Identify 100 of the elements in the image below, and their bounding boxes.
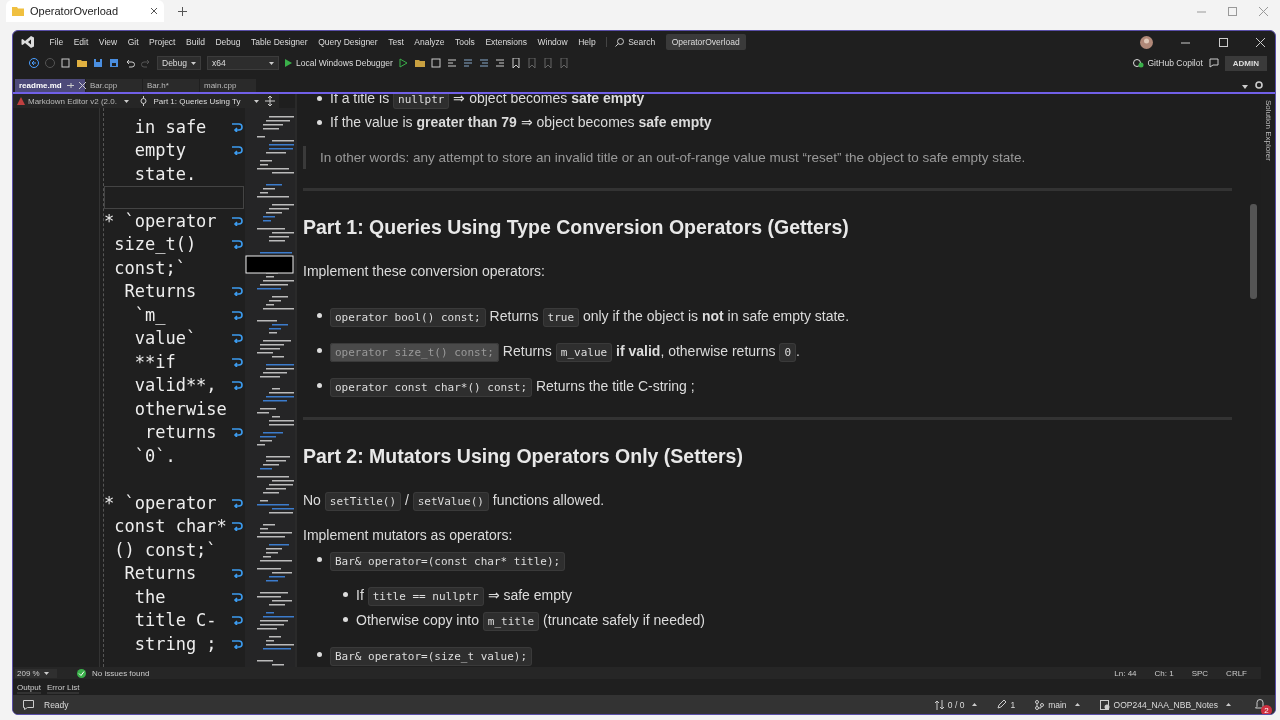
code-line: `0`. [133,445,176,466]
bullet-icon [317,313,322,318]
run-button[interactable]: Local Windows Debugger [285,58,393,68]
menu-item[interactable]: Project [149,37,176,47]
menu-item[interactable]: Git [127,37,139,47]
document-tab[interactable]: Bar.cpp [86,79,142,92]
section-heading: Part 2: Mutators Using Operators Only (Setters) [303,445,744,468]
message-icon [23,699,34,710]
menu-item[interactable]: Help [578,37,596,47]
save-icon[interactable] [93,58,103,68]
save-all-icon[interactable] [109,58,119,68]
open-folder-icon[interactable] [77,58,87,68]
line-ending-status[interactable]: CRLF [1220,668,1253,678]
code-line: `m_ [133,304,166,325]
browser-tab[interactable]: OperatorOverload [6,0,164,22]
branch-icon [1035,699,1045,710]
repository-button[interactable]: OOP244_NAA_NBB_Notes [1099,699,1231,710]
zoom-dropdown[interactable]: 209 % [15,668,57,678]
vs-logo-icon [21,35,35,49]
list-item-text: Otherwise copy into m_title (truncate safely if needed) [356,611,705,628]
maximize-icon[interactable] [1218,37,1228,47]
menu-item[interactable]: Analyze [414,37,445,47]
menu-item[interactable]: Window [537,37,568,47]
search-icon [615,37,625,47]
document-tab[interactable]: readme.md [15,79,85,92]
menu-item[interactable]: View [98,37,118,47]
comment-icon[interactable] [462,58,473,68]
menu-item[interactable]: Debug [215,37,241,47]
code-line: value` [133,328,197,349]
bullet-icon [317,383,322,388]
changes-button[interactable]: 0 / 0 [934,699,978,710]
branch-button[interactable]: main [1035,699,1080,710]
code-line: const char* [113,516,227,537]
code-line: title C- [133,610,217,631]
bullet-icon [343,617,348,622]
caret-icon[interactable] [1242,85,1248,89]
list-item-text: Bar& operator=(size_t value); [330,646,533,663]
close-icon[interactable] [150,7,158,15]
menu-item[interactable]: Query Designer [318,37,378,47]
section-dropdown[interactable]: Part 1: Queries Using Ty [153,96,259,106]
bullet-icon [343,592,348,597]
platform-dropdown[interactable]: x64 [207,56,279,70]
document-tab[interactable]: Bar.h* [143,79,199,92]
code-line: the [133,586,166,607]
list-item-text: operator size_t() const; Returns m_value if valid, otherwise returns 0 . [330,342,800,359]
undo-icon[interactable] [125,58,135,68]
uncomment-icon[interactable] [478,58,489,68]
menu-item[interactable]: File [49,37,64,47]
settings-icon[interactable] [1255,81,1263,89]
search-button[interactable]: Search [606,37,656,47]
avatar-icon[interactable] [1139,35,1153,49]
menu-item[interactable]: Extensions [485,37,527,47]
code-line: state. [133,163,197,184]
folder-icon[interactable] [414,58,425,68]
menu-item[interactable]: Table Designer [250,37,308,47]
window-icon[interactable] [430,58,441,68]
code-line: const;` [113,257,186,278]
caret-up-icon [972,703,978,706]
section-heading: Part 1: Queries Using Type Conversion Operators (Getters) [303,216,850,239]
up-down-arrows-icon [934,699,944,710]
format-icon[interactable] [446,58,457,68]
scrollbar-thumb[interactable] [1250,204,1257,299]
paragraph: Implement mutators as operators: [303,527,514,543]
copilot-button[interactable]: GitHub Copilot [1132,58,1203,68]
indent-status[interactable]: SPC [1185,668,1215,678]
editor-dropdown[interactable]: Markdown Editor v2 (2.0. [17,96,135,106]
folder-icon [12,6,24,16]
bullet-icon [317,95,322,101]
play-outline-icon[interactable] [398,58,409,68]
caret-up-icon [1226,703,1231,706]
configuration-dropdown[interactable]: Debug [157,56,201,70]
split-icon[interactable] [265,96,275,106]
menu-item[interactable]: Edit [73,37,89,47]
tab-title: OperatorOverload [30,5,120,17]
indent-icon[interactable] [494,58,505,68]
check-circle-icon [77,668,86,678]
menu-item[interactable]: Test [388,37,404,47]
bullet-icon [317,119,322,125]
notification-badge: 2 [1261,705,1272,714]
code-line: () const;` [113,539,217,560]
account-button[interactable]: ADMIN [1224,55,1267,71]
new-project-icon[interactable] [61,58,71,68]
back-icon[interactable] [29,58,39,68]
feedback-icon[interactable] [1208,58,1219,68]
new-tab-icon[interactable] [178,6,187,16]
column-status[interactable]: Ch: 1 [1148,668,1180,678]
pin-icon[interactable] [66,82,74,89]
quote-text: In other words: any attempt to store an invalid title or an out-of-range value must “reset” the object to safe empty state. [320,150,1027,165]
document-tab[interactable]: main.cpp [200,79,256,92]
menu-item[interactable]: Tools [455,37,475,47]
bookmark-icon[interactable] [510,58,521,68]
bell-icon[interactable] [1255,699,1265,710]
line-status[interactable]: Ln: 44 [1108,668,1143,678]
pencil-icon [997,700,1007,709]
menu-item[interactable]: Build [186,37,205,47]
solution-explorer-tab[interactable]: Solution Explorer [1263,100,1273,161]
list-item-text: operator const char*() const; Returns the title C-string ; [330,377,695,394]
code-line: * `operator [104,492,217,513]
caret-icon [254,99,259,103]
edits-button[interactable]: 1 [997,699,1016,710]
